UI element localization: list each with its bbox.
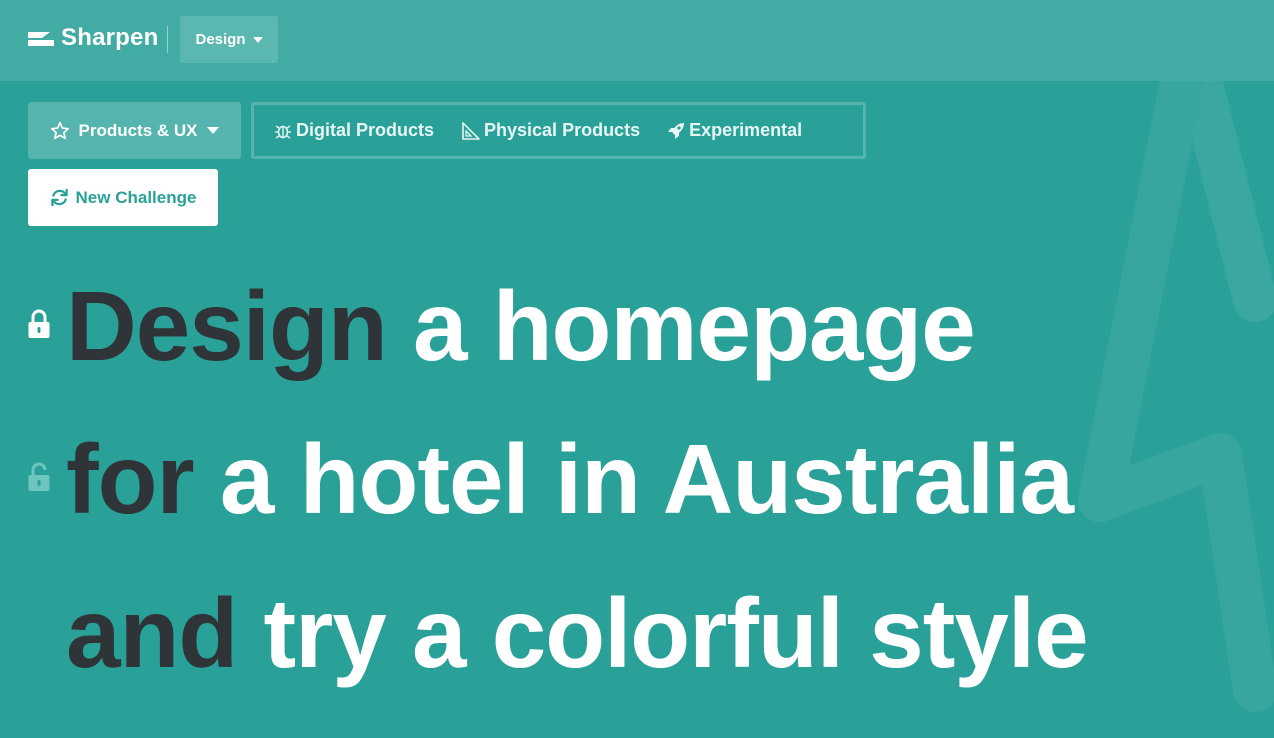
sharpen-logo-icon (28, 32, 54, 46)
brand-logo[interactable]: Sharpen (28, 24, 158, 52)
lock-icon[interactable] (27, 309, 51, 339)
unlock-icon[interactable] (27, 462, 51, 492)
refresh-icon (50, 188, 68, 207)
set-square-icon (462, 121, 480, 140)
subcategory-label: Experimental (689, 120, 803, 140)
bug-icon (275, 124, 291, 139)
subcategory-digital-products[interactable]: Digital Products (274, 120, 434, 141)
challenge-line-1: Design a homepage (66, 277, 976, 375)
challenge-prompt[interactable]: a hotel in Australia (220, 424, 1074, 534)
new-challenge-label: New Challenge (75, 187, 197, 207)
new-challenge-button[interactable]: New Challenge (28, 169, 218, 226)
challenge-verb: and (66, 578, 238, 688)
challenge-prompt[interactable]: try a colorful style (263, 578, 1088, 688)
chevron-down-icon (252, 36, 263, 43)
subcategory-label: Physical Products (484, 120, 641, 140)
rocket-icon (668, 122, 685, 139)
category-dropdown[interactable]: Products & UX (28, 102, 241, 159)
mode-dropdown[interactable]: Design (180, 16, 278, 63)
header-divider (167, 26, 168, 53)
chevron-down-icon (206, 127, 219, 134)
challenge-verb: Design (66, 271, 388, 381)
category-dropdown-label: Products & UX (78, 120, 198, 140)
mode-dropdown-label: Design (195, 31, 246, 48)
challenge-prompt[interactable]: a homepage (413, 271, 976, 381)
subcategory-experimental[interactable]: Experimental (667, 120, 802, 141)
challenge-line-3: and try a colorful style (66, 584, 1089, 682)
subcategory-physical-products[interactable]: Physical Products (461, 120, 640, 141)
challenge-verb: for (66, 424, 195, 534)
subcategory-group: Digital Products Physical Products Exper… (251, 102, 866, 159)
top-navigation-bar: Sharpen Design (0, 0, 1274, 81)
subcategory-label: Digital Products (296, 120, 435, 140)
challenge-line-2: for a hotel in Australia (66, 430, 1074, 528)
brand-name: Sharpen (61, 24, 159, 51)
star-icon (51, 121, 70, 140)
